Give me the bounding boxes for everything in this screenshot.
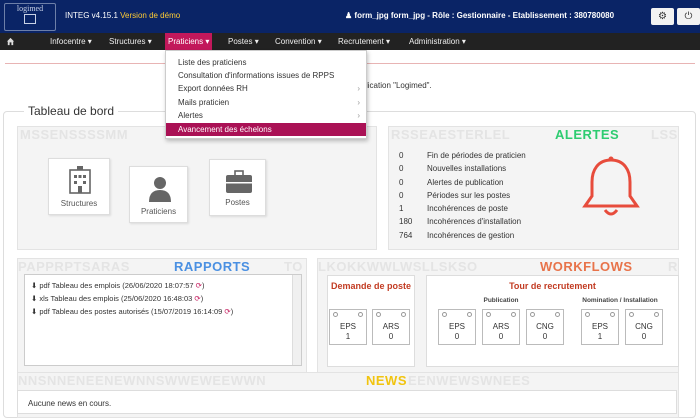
demande-title: Demande de poste (330, 281, 412, 291)
refresh-icon[interactable]: ⟳ (194, 294, 200, 303)
alert-row[interactable]: 1 Incohérences de poste (399, 204, 508, 213)
user-info-text: form_jpg form_jpg - Rôle : Gestionnaire … (354, 11, 615, 20)
tour-title: Tour de recrutement (509, 281, 596, 291)
tile-postes[interactable]: Postes (209, 159, 266, 216)
tile-structures[interactable]: Structures (48, 158, 110, 215)
workflow-box-nomination-cng[interactable]: CNG 0 (625, 309, 663, 345)
briefcase-icon (226, 170, 252, 193)
workflows-bg-text: LKOKKWWLWSLLSKSO (318, 259, 478, 274)
scrollbar[interactable] (292, 275, 301, 365)
rapports-list: ⬇ pdf Tableau des emplois (26/06/2020 18… (24, 274, 302, 366)
rapports-bg-suffix: TO (284, 259, 303, 274)
alertes-bg-suffix: LSS (651, 127, 678, 142)
dashboard-title: Tableau de bord (24, 104, 119, 118)
nav-recrutement[interactable]: Recrutement ▾ (335, 33, 393, 50)
chevron-right-icon: › (357, 111, 360, 120)
chevron-right-icon: › (357, 84, 360, 93)
alert-row[interactable]: 180 Incohérences d'installation (399, 217, 521, 226)
alert-row[interactable]: 0 Fin de périodes de praticien (399, 151, 526, 160)
praticiens-dropdown: Liste des praticiens Consultation d'info… (165, 50, 367, 139)
user-info: ♟ form_jpg form_jpg - Rôle : Gestionnair… (345, 11, 614, 20)
alertes-bg-text: RSSEAESTERLEL (391, 127, 511, 142)
nav-infocentre[interactable]: Infocentre ▾ (47, 33, 95, 50)
user-icon (149, 177, 171, 202)
tile-structures-label: Structures (60, 199, 98, 208)
gear-icon: ⚙ (658, 11, 667, 22)
news-bg-suffix: EENWEWSWNEES (408, 373, 531, 388)
workflow-box-publication-cng[interactable]: CNG 0 (526, 309, 564, 345)
logo-icon (24, 14, 36, 24)
home-icon[interactable] (6, 37, 15, 46)
publication-label: Publication (483, 297, 519, 304)
download-icon: ⬇ (31, 281, 38, 290)
menu-item-mails-praticien[interactable]: Mails praticien › (166, 96, 366, 109)
rapports-bg-text: PAPPRPTSARAS (18, 259, 130, 274)
demo-label: Version de démo (120, 11, 181, 20)
nav-administration[interactable]: Administration ▾ (406, 33, 469, 50)
workflow-box-publication-eps[interactable]: EPS 0 (438, 309, 476, 345)
workflow-box-demande-eps[interactable]: EPS 1 (329, 309, 367, 345)
modules-bg-text: MSSENSSSSMM (20, 127, 129, 142)
news-content: Aucune news en cours. (17, 390, 677, 414)
download-icon: ⬇ (31, 294, 38, 303)
settings-button[interactable]: ⚙ (651, 8, 674, 25)
tile-praticiens[interactable]: Praticiens (129, 166, 188, 223)
workflow-box-demande-ars[interactable]: ARS 0 (372, 309, 410, 345)
app-name: INTEG v4.15.1 Version de démo (65, 11, 180, 20)
nav-postes[interactable]: Postes ▾ (225, 33, 262, 50)
refresh-icon[interactable]: ⟳ (224, 307, 230, 316)
report-item[interactable]: ⬇ pdf Tableau des emplois (26/06/2020 18… (31, 281, 204, 290)
rapports-title: RAPPORTS (174, 259, 251, 274)
refresh-icon[interactable]: ⟳ (196, 281, 202, 290)
top-bar: logimed INTEG v4.15.1 Version de démo ♟ … (0, 0, 700, 33)
workflows-title: WORKFLOWS (540, 259, 633, 274)
nav-convention[interactable]: Convention ▾ (272, 33, 325, 50)
workflow-box-publication-ars[interactable]: ARS 0 (482, 309, 520, 345)
download-icon: ⬇ (31, 307, 38, 316)
alert-row[interactable]: 0 Alertes de publication (399, 178, 504, 187)
building-icon (69, 166, 91, 194)
bell-icon (582, 156, 640, 216)
main-nav: Infocentre ▾ Structures ▾ Praticiens ▾ P… (0, 33, 700, 50)
tile-postes-label: Postes (225, 198, 250, 207)
nav-structures[interactable]: Structures ▾ (106, 33, 155, 50)
menu-item-avancement-echelons[interactable]: Avancement des échelons (166, 123, 366, 136)
logout-button[interactable]: ⏻ (677, 8, 700, 25)
user-icon: ♟ (345, 11, 353, 20)
menu-item-export-rh[interactable]: Export données RH › (166, 82, 366, 95)
news-title: NEWS (366, 373, 407, 388)
report-item[interactable]: ⬇ xls Tableau des emplois (25/06/2020 16… (31, 294, 203, 303)
app-version: INTEG v4.15.1 (65, 11, 118, 20)
logo-text: logimed (16, 4, 44, 13)
workflow-box-nomination-eps[interactable]: EPS 1 (581, 309, 619, 345)
news-bg-text: NNSNNENEENEWNNSWWEWEEWWN (18, 373, 267, 388)
news-text: Aucune news en cours. (28, 399, 112, 408)
workflows-bg-suffix: R (668, 259, 678, 274)
menu-item-liste-praticiens[interactable]: Liste des praticiens (166, 56, 366, 69)
menu-item-alertes[interactable]: Alertes › (166, 109, 366, 122)
nomination-label: Nomination / Installation (582, 297, 658, 304)
menu-item-consultation-rpps[interactable]: Consultation d'informations issues de RP… (166, 69, 366, 82)
report-item[interactable]: ⬇ pdf Tableau des postes autorisés (15/0… (31, 307, 233, 316)
nav-praticiens[interactable]: Praticiens ▾ (165, 33, 213, 50)
tile-praticiens-label: Praticiens (140, 207, 177, 216)
alert-row[interactable]: 0 Périodes sur les postes (399, 191, 510, 200)
chevron-right-icon: › (357, 98, 360, 107)
logimed-logo[interactable]: logimed (4, 3, 56, 31)
alert-row[interactable]: 764 Incohérences de gestion (399, 231, 514, 240)
alert-row[interactable]: 0 Nouvelles installations (399, 164, 506, 173)
alertes-title: ALERTES (555, 127, 620, 142)
power-icon: ⏻ (684, 11, 693, 22)
